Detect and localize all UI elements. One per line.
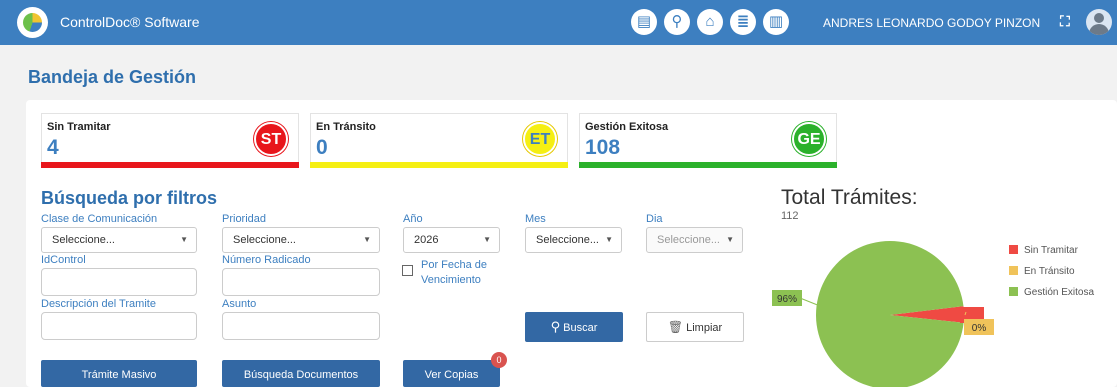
card-en-transito[interactable]: En Tránsito 0 ET xyxy=(310,113,568,168)
fecha-vencimiento-label[interactable]: Por Fecha de Vencimiento xyxy=(421,258,501,288)
card-count: 4 xyxy=(47,136,59,159)
limpiar-button[interactable]: 🗑 Limpiar xyxy=(646,312,744,342)
dia-select[interactable]: Seleccione... ▼ xyxy=(646,227,743,253)
anio-label: Año xyxy=(403,213,423,225)
status-bar xyxy=(41,162,299,168)
app-logo[interactable] xyxy=(17,7,48,38)
buscar-button[interactable]: ⚲ Buscar xyxy=(525,312,623,342)
status-bar xyxy=(579,162,837,168)
chevron-down-icon: ▼ xyxy=(363,235,371,244)
clase-select[interactable]: Seleccione... ▼ xyxy=(41,227,197,253)
chevron-down-icon: ▼ xyxy=(483,235,491,244)
page-title: Bandeja de Gestión xyxy=(28,67,197,87)
document-icon[interactable]: ▤ xyxy=(631,9,657,35)
data-label-en-transito: 0% xyxy=(972,323,987,334)
chevron-down-icon: ▼ xyxy=(726,235,734,244)
idcontrol-input[interactable] xyxy=(41,268,197,296)
form-icon[interactable]: ≣ xyxy=(730,9,756,35)
asunto-label: Asunto xyxy=(222,298,257,310)
legend-item-sin-tramitar[interactable]: Sin Tramitar xyxy=(1009,245,1078,256)
filters-title: Búsqueda por filtros xyxy=(41,188,218,208)
status-badge: GE xyxy=(792,122,826,156)
idcontrol-label: IdControl xyxy=(41,254,86,266)
status-badge: ET xyxy=(523,122,557,156)
busqueda-documentos-button[interactable]: Búsqueda Documentos xyxy=(222,360,380,387)
search-icon: ⚲ xyxy=(550,319,561,334)
avatar[interactable] xyxy=(1086,9,1112,35)
data-label-gestion-exitosa: 96% xyxy=(777,294,797,305)
copias-count-badge: 0 xyxy=(491,352,507,368)
legend-swatch xyxy=(1009,287,1018,296)
fullscreen-icon[interactable]: ⛶ xyxy=(1060,13,1070,30)
report-icon[interactable]: ▥ xyxy=(763,9,789,35)
chevron-down-icon: ▼ xyxy=(605,235,613,244)
ver-copias-button[interactable]: Ver Copias xyxy=(403,360,500,387)
chart-total: 112 xyxy=(781,210,799,222)
status-bar xyxy=(310,162,568,168)
legend-swatch xyxy=(1009,266,1018,275)
trash-icon: 🗑 xyxy=(667,320,684,334)
asunto-input[interactable] xyxy=(222,312,380,340)
descripcion-input[interactable] xyxy=(41,312,197,340)
card-count: 108 xyxy=(585,136,621,159)
card-gestion-exitosa[interactable]: Gestión Exitosa 108 GE xyxy=(579,113,837,168)
app-brand: ControlDoc® Software xyxy=(60,14,200,30)
mes-select[interactable]: Seleccione... ▼ xyxy=(525,227,622,253)
card-label: Gestión Exitosa xyxy=(585,121,669,133)
fecha-vencimiento-checkbox[interactable] xyxy=(402,265,413,276)
legend-swatch xyxy=(1009,245,1018,254)
card-label: En Tránsito xyxy=(316,121,376,133)
top-navbar: ControlDoc® Software ▤ ⚲ ⌂ ≣ ▥ ANDRES LE… xyxy=(0,0,1117,45)
card-count: 0 xyxy=(316,136,328,159)
chart-title: Total Trámites: xyxy=(781,186,918,209)
legend-item-gestion-exitosa[interactable]: Gestión Exitosa xyxy=(1009,287,1094,298)
tramite-masivo-button[interactable]: Trámite Masivo xyxy=(41,360,197,387)
mes-label: Mes xyxy=(525,213,546,225)
inbox-icon[interactable]: ⌂ xyxy=(697,9,723,35)
clase-label: Clase de Comunicación xyxy=(41,213,158,225)
dia-label: Dia xyxy=(646,213,663,225)
prioridad-select[interactable]: Seleccione... ▼ xyxy=(222,227,380,253)
chevron-down-icon: ▼ xyxy=(180,235,188,244)
card-label: Sin Tramitar xyxy=(47,121,111,133)
descripcion-label: Descripción del Tramite xyxy=(41,298,156,310)
user-name[interactable]: ANDRES LEONARDO GODOY PINZON xyxy=(823,16,1040,30)
prioridad-label: Prioridad xyxy=(222,213,267,225)
status-badge: ST xyxy=(254,122,288,156)
radicado-label: Número Radicado xyxy=(222,254,311,266)
legend-item-en-transito[interactable]: En Tránsito xyxy=(1009,266,1075,277)
anio-select[interactable]: 2026 ▼ xyxy=(403,227,500,253)
radicado-input[interactable] xyxy=(222,268,380,296)
search-icon[interactable]: ⚲ xyxy=(664,9,690,35)
card-sin-tramitar[interactable]: Sin Tramitar 4 ST xyxy=(41,113,299,168)
